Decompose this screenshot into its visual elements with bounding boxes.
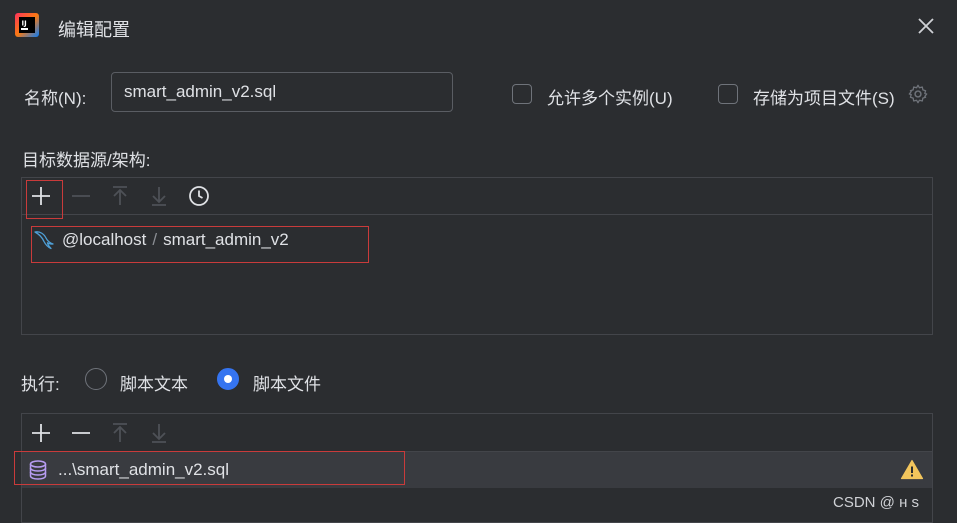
target-datasource-panel: @localhost / smart_admin_v2: [21, 177, 933, 335]
name-input[interactable]: [111, 72, 453, 112]
arrow-down-icon[interactable]: [146, 183, 172, 209]
mysql-dolphin-icon: [32, 228, 56, 252]
script-files-panel: ...\smart_admin_v2.sql: [21, 413, 933, 523]
allow-multiple-label[interactable]: 允许多个实例(U): [547, 84, 673, 109]
script-file-label[interactable]: 脚本文件: [253, 370, 321, 395]
arrow-up-icon[interactable]: [107, 420, 133, 446]
datasource-separator: /: [152, 230, 158, 249]
script-file-radio[interactable]: [217, 368, 239, 390]
store-as-project-file-checkbox[interactable]: [718, 84, 738, 104]
datasource-host: @localhost: [62, 230, 147, 249]
jetbrains-ide-logo-icon: IJ: [15, 13, 39, 37]
allow-multiple-checkbox[interactable]: [512, 84, 532, 104]
minus-icon[interactable]: [68, 183, 94, 209]
close-icon[interactable]: [914, 14, 938, 38]
window-title: 编辑配置: [58, 20, 130, 40]
name-label: 名称(N):: [24, 89, 87, 108]
plus-icon[interactable]: [28, 183, 54, 209]
script-text-label[interactable]: 脚本文本: [120, 370, 188, 395]
arrow-up-icon[interactable]: [107, 183, 133, 209]
csdn-watermark: CSDN @ н s: [833, 494, 920, 511]
script-file-list-item[interactable]: ...\smart_admin_v2.sql: [22, 452, 932, 488]
script-file-path: ...\smart_admin_v2.sql: [58, 460, 230, 479]
datasource-schema: smart_admin_v2: [163, 230, 289, 249]
script-files-toolbar: [22, 414, 932, 450]
script-text-radio[interactable]: [85, 368, 107, 390]
target-datasource-label: 目标数据源/架构:: [22, 151, 151, 170]
minus-icon[interactable]: [68, 420, 94, 446]
datasource-list-item[interactable]: @localhost / smart_admin_v2: [32, 226, 289, 254]
warning-icon[interactable]: [900, 458, 924, 482]
clock-icon[interactable]: [186, 183, 212, 209]
toolbar-divider: [22, 214, 932, 215]
store-as-project-file-label[interactable]: 存储为项目文件(S): [753, 84, 895, 109]
svg-text:IJ: IJ: [22, 20, 27, 28]
gear-icon[interactable]: [907, 83, 929, 105]
database-file-icon: [27, 459, 49, 481]
target-toolbar: [22, 178, 932, 214]
plus-icon[interactable]: [28, 420, 54, 446]
arrow-down-icon[interactable]: [146, 420, 172, 446]
execute-label: 执行:: [21, 375, 60, 394]
